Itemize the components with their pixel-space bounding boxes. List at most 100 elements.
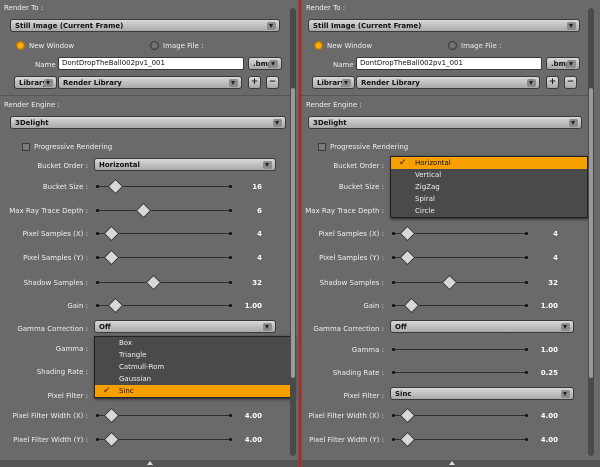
shading-rate-value: 0.25	[540, 369, 558, 377]
max-ray-trace-depth-track[interactable]	[96, 209, 232, 212]
bucket-order-option-horizontal[interactable]: ✔ Horizontal	[391, 157, 587, 169]
format-dropdown[interactable]: .bmp	[546, 57, 580, 70]
pixel-filter-popup: Box Triangle Catmull-Rom Gaussian ✔ Sinc	[94, 336, 294, 398]
pixel-filter-option-box[interactable]: Box	[95, 337, 293, 349]
pixel-filter-width-x-thumb[interactable]	[103, 407, 120, 424]
render-engine-value: 3Delight	[15, 119, 49, 127]
scrollbar[interactable]	[588, 8, 594, 456]
shadow-samples-label: Shadow Samples :	[23, 279, 88, 287]
collapse-bar[interactable]	[0, 460, 298, 467]
pixel-filter-width-y-label: Pixel Filter Width (Y) :	[309, 436, 384, 444]
shadow-samples-thumb[interactable]	[442, 274, 458, 291]
render-library-dropdown[interactable]: Render Library	[356, 76, 540, 89]
gain-value: 1.00	[244, 302, 262, 310]
render-to-dropdown[interactable]: Still Image (Current Frame)	[10, 19, 280, 32]
pixel-samples-y-label: Pixel Samples (Y) :	[23, 254, 88, 262]
format-dropdown[interactable]: .bmp	[248, 57, 282, 70]
max-ray-trace-depth-thumb[interactable]	[135, 202, 152, 219]
bucket-size-thumb[interactable]	[107, 178, 124, 195]
library-dropdown[interactable]: Library	[312, 76, 355, 89]
remove-button[interactable]: −	[266, 76, 279, 89]
collapse-bar[interactable]	[302, 460, 600, 467]
pixel-samples-x-value: 4	[553, 230, 558, 238]
new-window-radio[interactable]	[314, 41, 323, 50]
pixel-filter-option-sinc[interactable]: ✔ Sinc	[95, 385, 293, 397]
pixel-samples-y-thumb[interactable]	[399, 249, 416, 266]
pixel-samples-y-value: 4	[257, 254, 262, 262]
name-input[interactable]: DontDropTheBall002pv1_001	[356, 57, 542, 70]
progressive-rendering-checkbox[interactable]	[22, 143, 30, 151]
library-dropdown[interactable]: Library	[14, 76, 57, 89]
pixel-samples-y-label: Pixel Samples (Y) :	[319, 254, 384, 262]
pixel-filter-width-y-thumb[interactable]	[399, 431, 416, 448]
pixel-filter-value: Sinc	[395, 390, 412, 398]
bucket-order-option-zigzag[interactable]: ZigZag	[391, 181, 587, 193]
gamma-correction-dropdown[interactable]: Off	[390, 320, 574, 333]
chevron-down-icon	[44, 79, 53, 87]
remove-button[interactable]: −	[564, 76, 577, 89]
scrollbar[interactable]	[290, 8, 296, 456]
render-engine-dropdown[interactable]: 3Delight	[10, 116, 286, 129]
bucket-order-dropdown[interactable]: Horizontal	[94, 158, 276, 171]
shadow-samples-thumb[interactable]	[146, 274, 162, 291]
triangle-up-icon	[449, 461, 455, 465]
new-window-radio[interactable]	[16, 41, 25, 50]
library-label: Library	[317, 79, 346, 87]
add-button[interactable]: +	[248, 76, 261, 89]
bucket-order-popup: ✔ Horizontal Vertical ZigZag Spiral Circl…	[390, 156, 588, 218]
section-divider	[302, 95, 588, 96]
render-library-dropdown[interactable]: Render Library	[58, 76, 242, 89]
pixel-samples-y-thumb[interactable]	[103, 249, 120, 266]
scrollbar-thumb[interactable]	[291, 88, 295, 378]
name-input[interactable]: DontDropTheBall002pv1_001	[58, 57, 244, 70]
pixel-filter-width-x-label: Pixel Filter Width (X) :	[12, 412, 88, 420]
bucket-order-option-circle[interactable]: Circle	[391, 205, 587, 217]
gamma-track[interactable]	[392, 348, 528, 351]
shadow-samples-track[interactable]	[392, 281, 528, 284]
bucket-size-value: 16	[252, 183, 262, 191]
pixel-filter-width-x-thumb[interactable]	[399, 407, 416, 424]
gain-thumb[interactable]	[403, 297, 420, 314]
gain-label: Gain :	[67, 302, 88, 310]
render-engine-dropdown[interactable]: 3Delight	[308, 116, 582, 129]
gamma-correction-dropdown[interactable]: Off	[94, 320, 276, 333]
shadow-samples-track[interactable]	[96, 281, 232, 284]
progressive-rendering-label: Progressive Rendering	[330, 143, 409, 151]
pixel-filter-option-gaussian[interactable]: Gaussian	[95, 373, 293, 385]
image-file-radio[interactable]	[150, 41, 159, 50]
pixel-filter-option-catmull-rom[interactable]: Catmull-Rom	[95, 361, 293, 373]
scrollbar-thumb[interactable]	[589, 88, 593, 378]
chevron-down-icon	[267, 22, 276, 30]
max-ray-trace-depth-value: 6	[257, 207, 262, 215]
library-label: Library	[19, 79, 48, 87]
check-icon: ✔	[103, 386, 111, 396]
pixel-filter-option-triangle[interactable]: Triangle	[95, 349, 293, 361]
bucket-size-label: Bucket Size :	[42, 183, 88, 191]
render-to-dropdown[interactable]: Still Image (Current Frame)	[308, 19, 580, 32]
pixel-samples-x-thumb[interactable]	[399, 225, 416, 242]
pixel-samples-x-thumb[interactable]	[103, 225, 120, 242]
render-to-header: Render To :	[4, 4, 44, 12]
chevron-down-icon	[263, 323, 272, 331]
render-settings-panel-right: Render To : Still Image (Current Frame) …	[302, 0, 600, 467]
gain-thumb[interactable]	[107, 297, 124, 314]
chevron-down-icon	[263, 161, 272, 169]
progressive-rendering-checkbox[interactable]	[318, 143, 326, 151]
bucket-order-option-spiral[interactable]: Spiral	[391, 193, 587, 205]
bucket-size-label: Bucket Size :	[338, 183, 384, 191]
pixel-filter-option-label: Catmull-Rom	[119, 363, 165, 371]
pixel-filter-dropdown[interactable]: Sinc	[390, 387, 574, 400]
pixel-filter-width-y-thumb[interactable]	[103, 431, 120, 448]
pixel-filter-label: Pixel Filter :	[47, 392, 88, 400]
shadow-samples-value: 32	[548, 279, 558, 287]
shading-rate-track[interactable]	[392, 371, 528, 374]
render-engine-header: Render Engine :	[4, 101, 60, 109]
bucket-order-option-vertical[interactable]: Vertical	[391, 169, 587, 181]
add-button[interactable]: +	[546, 76, 559, 89]
gamma-label: Gamma :	[55, 345, 88, 353]
image-file-radio[interactable]	[448, 41, 457, 50]
chevron-down-icon	[561, 390, 570, 398]
bucket-order-label: Bucket Order :	[37, 162, 88, 170]
gamma-correction-value: Off	[395, 323, 407, 331]
image-file-label: Image File :	[163, 42, 204, 50]
